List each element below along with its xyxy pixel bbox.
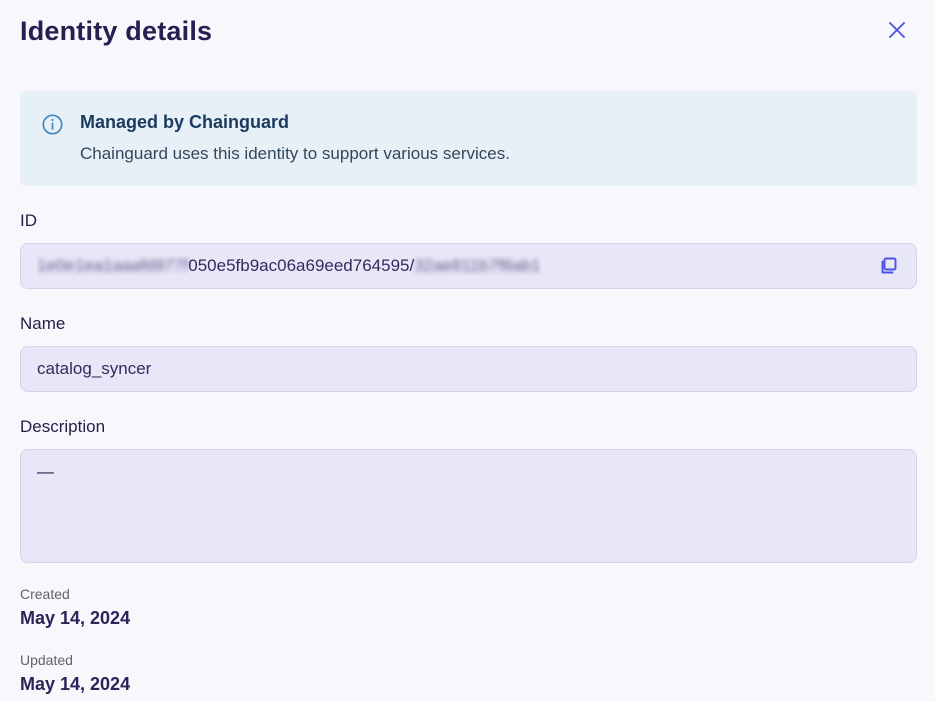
info-icon <box>42 112 63 164</box>
created-label: Created <box>20 586 915 602</box>
close-icon <box>887 20 907 40</box>
updated-label: Updated <box>20 652 915 668</box>
managed-by-banner: Managed by Chainguard Chainguard uses th… <box>20 91 917 186</box>
name-input[interactable] <box>20 346 917 392</box>
identity-details-panel: Identity details Managed by Chainguard C… <box>0 0 935 701</box>
page-title: Identity details <box>20 14 915 47</box>
id-field-value: 1e0e1ea1aaafd977f050e5fb9ac06a69eed76459… <box>37 256 541 276</box>
copy-icon <box>877 255 899 277</box>
banner-texts: Managed by Chainguard Chainguard uses th… <box>80 112 510 164</box>
banner-body: Chainguard uses this identity to support… <box>80 144 510 164</box>
description-textarea[interactable]: — <box>20 449 917 563</box>
id-field-label: ID <box>20 211 915 231</box>
updated-value: May 14, 2024 <box>20 674 915 695</box>
name-field-label: Name <box>20 314 915 334</box>
close-button[interactable] <box>885 18 909 42</box>
copy-id-button[interactable] <box>874 252 902 280</box>
id-redacted-prefix: 1e0e1ea1aaafd977f <box>37 256 188 275</box>
id-visible-value: 050e5fb9ac06a69eed764595/ <box>188 256 414 275</box>
banner-title: Managed by Chainguard <box>80 112 510 133</box>
description-field-label: Description <box>20 417 915 437</box>
id-redacted-suffix: 32ae811b7f8ab1 <box>414 256 540 275</box>
created-value: May 14, 2024 <box>20 608 915 629</box>
id-field: 1e0e1ea1aaafd977f050e5fb9ac06a69eed76459… <box>20 243 917 289</box>
